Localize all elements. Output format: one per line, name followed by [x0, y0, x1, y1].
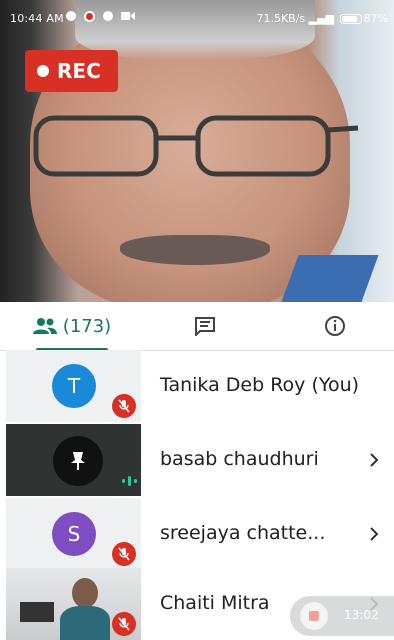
notification-icons [66, 11, 135, 22]
avatar: S [52, 512, 96, 556]
tab-info[interactable] [315, 302, 355, 350]
recording-timer: 13:02 [344, 608, 379, 622]
record-dot-icon [37, 65, 49, 77]
pin-icon [53, 436, 103, 486]
participant-thumbnail: S [6, 498, 141, 570]
tab-chat[interactable] [185, 302, 225, 350]
chat-notification-icon [103, 11, 113, 21]
speaking-indicator-icon [122, 476, 137, 486]
participant-thumbnail [6, 568, 141, 640]
participant-name: Chaiti Mitra [160, 592, 270, 614]
recording-badge: REC [25, 50, 118, 92]
speaker-mustache [120, 235, 270, 265]
screen-recorder-overlay[interactable]: 13:02 [290, 596, 394, 636]
chevron-right-icon[interactable] [368, 524, 380, 544]
chevron-right-icon[interactable] [368, 450, 380, 470]
record-notification-icon [84, 11, 95, 22]
participant-name: Tanika Deb Roy (You) [160, 374, 360, 396]
participant-name: sreejaya chatte... [160, 522, 326, 544]
rec-label: REC [57, 59, 101, 83]
participant-row[interactable]: T Tanika Deb Roy (You) [0, 350, 394, 422]
thumbnail-tv [20, 602, 54, 622]
glasses [33, 115, 359, 177]
participant-thumbnail: T [6, 350, 141, 422]
thumbnail-person-body [60, 606, 110, 640]
avatar: T [52, 364, 96, 408]
mic-off-icon [112, 542, 136, 566]
speaker-shirt [281, 255, 379, 302]
battery-percent: 87% [363, 12, 388, 25]
status-right: 71.5KB/s ▂▄▆ 87% [256, 12, 388, 25]
mic-off-icon [112, 612, 136, 636]
battery-icon [339, 14, 362, 24]
participant-count: (173) [62, 315, 112, 337]
stop-recording-icon[interactable] [300, 602, 328, 630]
people-icon [32, 318, 57, 334]
tab-people[interactable]: (173) [30, 302, 114, 350]
meeting-tabs: (173) [0, 302, 394, 351]
info-icon [325, 316, 345, 336]
thumbnail-person-head [72, 578, 98, 608]
signal-icon: ▂▄▆ [308, 12, 335, 25]
network-speed: 71.5KB/s [256, 12, 306, 25]
video-notification-icon [121, 12, 135, 20]
status-time: 10:44 AM [10, 12, 64, 25]
mic-off-icon [112, 394, 136, 418]
chat-icon [195, 317, 215, 336]
participant-thumbnail [6, 424, 141, 496]
participant-row[interactable]: basab chaudhuri [0, 424, 394, 496]
status-bar: 10:44 AM 71.5KB/s ▂▄▆ 87% [0, 0, 394, 36]
participant-name: basab chaudhuri [160, 448, 319, 470]
participant-list: T Tanika Deb Roy (You) basab chaudhuri S [0, 350, 394, 640]
participant-row[interactable]: S sreejaya chatte... [0, 498, 394, 570]
main-video[interactable]: 10:44 AM 71.5KB/s ▂▄▆ 87% REC [0, 0, 394, 302]
notification-icon [66, 11, 76, 21]
